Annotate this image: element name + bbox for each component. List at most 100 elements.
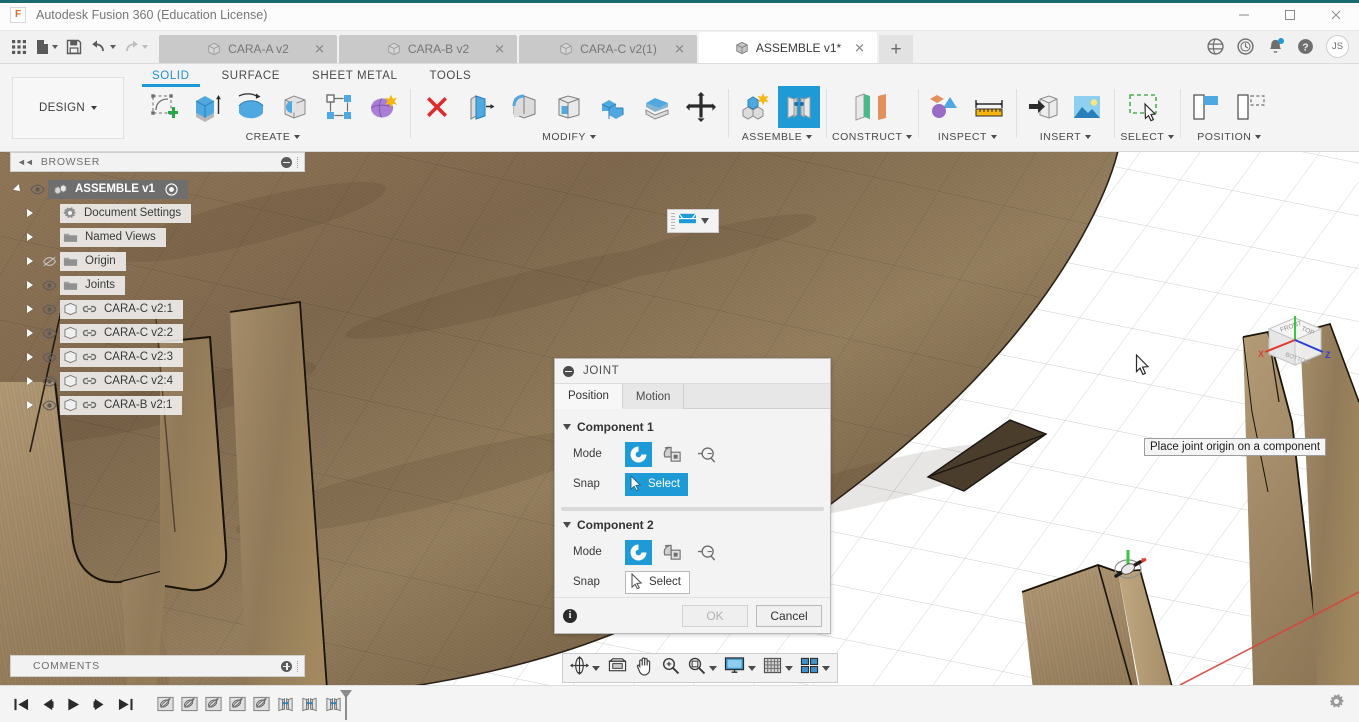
visibility-eye-icon[interactable] [38, 400, 60, 411]
viewport-layout-caret-icon[interactable] [822, 665, 830, 671]
add-comment-icon[interactable] [281, 660, 292, 672]
timeline-feature-sketch-2[interactable] [178, 692, 200, 716]
delete-icon[interactable] [416, 86, 458, 128]
offset-plane-icon[interactable] [843, 86, 901, 128]
undo-caret-icon[interactable] [110, 44, 116, 49]
expand-arrow-icon[interactable] [22, 329, 38, 337]
pattern-icon[interactable] [318, 86, 360, 128]
section-component-1[interactable]: Component 1 [555, 415, 830, 439]
browser-item-origin[interactable]: Origin [10, 250, 305, 272]
timeline-feature-sketch-4[interactable] [226, 692, 248, 716]
user-avatar[interactable]: JS [1326, 35, 1349, 58]
component-2-select-button[interactable]: Select [625, 570, 690, 594]
ribbon-group-create-label[interactable]: CREATE [246, 131, 301, 143]
form-icon[interactable] [362, 86, 404, 128]
zoom-button[interactable] [658, 655, 683, 681]
timeline-feature-sketch-1[interactable] [154, 692, 176, 716]
ribbon-tab-surface[interactable]: SURFACE [206, 68, 297, 86]
measure-icon[interactable] [968, 86, 1010, 128]
simple-mode-icon[interactable] [625, 539, 652, 565]
ok-button[interactable]: OK [682, 604, 748, 627]
save-icon[interactable] [61, 34, 87, 60]
play-icon[interactable] [62, 692, 84, 716]
browser-item-pill[interactable]: CARA-C v2:3 [60, 347, 184, 367]
expand-arrow-icon[interactable] [22, 209, 38, 217]
info-icon[interactable]: i [563, 608, 577, 623]
ribbon-group-inspect-label[interactable]: INSPECT [938, 131, 997, 143]
insert-derive-icon[interactable] [1022, 86, 1064, 128]
joint-dialog-collapse-icon[interactable] [563, 365, 574, 377]
create-sketch-icon[interactable] [142, 86, 184, 128]
sweep-icon[interactable] [274, 86, 316, 128]
browser-item-pill[interactable]: Origin [60, 251, 126, 271]
browser-item-pill[interactable]: CARA-C v2:1 [60, 299, 184, 319]
step-forward-icon[interactable] [88, 692, 110, 716]
ribbon-group-assemble-label[interactable]: ASSEMBLE [742, 131, 813, 143]
simple-mode-icon[interactable] [625, 441, 652, 467]
ribbon-group-select-label[interactable]: SELECT [1120, 131, 1175, 143]
viewport-layout-button[interactable] [797, 655, 833, 681]
browser-resize-grip[interactable] [297, 156, 299, 168]
3d-viewport[interactable]: FRONT TOP BOTTOM X Z ◄◄ BROWSER ASSEMBLE… [0, 152, 1359, 685]
activate-component-icon[interactable] [165, 182, 178, 196]
display-mode-caret-icon[interactable] [701, 218, 709, 224]
visibility-eye-icon[interactable] [38, 376, 60, 387]
expand-arrow-icon[interactable] [22, 233, 38, 241]
canvas-image-icon[interactable] [1066, 86, 1108, 128]
document-tab-assemble[interactable]: ASSEMBLE v1* ✕ [699, 32, 877, 63]
close-icon[interactable] [1313, 0, 1359, 31]
visibility-eye-icon[interactable] [26, 184, 48, 195]
browser-item-cara-c-3[interactable]: CARA-C v2:3 [10, 346, 305, 368]
shell-icon[interactable] [548, 86, 590, 128]
pan-button[interactable] [632, 655, 657, 681]
two-edge-intersection-mode-icon[interactable] [693, 442, 720, 467]
expand-arrow-icon[interactable] [10, 184, 26, 194]
browser-item-pill[interactable]: Document Settings [60, 203, 192, 223]
comments-panel[interactable]: COMMENTS [10, 655, 305, 677]
go-to-beginning-icon[interactable] [10, 692, 32, 716]
joint-icon[interactable] [778, 86, 820, 128]
tab-motion[interactable]: Motion [622, 384, 685, 409]
new-file-caret-icon[interactable] [52, 44, 58, 49]
joint-dialog[interactable]: JOINT Position Motion Component 1 Mode S… [554, 358, 831, 634]
ribbon-tab-tools[interactable]: TOOLS [413, 68, 487, 86]
ribbon-tab-solid[interactable]: SOLID [136, 68, 206, 87]
go-to-end-icon[interactable] [114, 692, 136, 716]
undo-icon[interactable] [87, 34, 119, 60]
ribbon-group-insert-label[interactable]: INSERT [1040, 131, 1092, 143]
orbit-caret-icon[interactable] [592, 665, 600, 671]
document-tab-close-icon[interactable]: ✕ [674, 43, 685, 56]
timeline-settings-button[interactable] [1328, 693, 1359, 715]
expand-arrow-icon[interactable] [22, 281, 38, 289]
expand-arrow-icon[interactable] [22, 401, 38, 409]
timeline-feature-sketch-5[interactable] [250, 692, 272, 716]
ribbon-group-construct-label[interactable]: CONSTRUCT [832, 131, 913, 143]
job-status-clock-icon[interactable] [1231, 33, 1259, 61]
browser-item-cara-c-4[interactable]: CARA-C v2:4 [10, 370, 305, 392]
browser-item-pill[interactable]: CARA-C v2:2 [60, 323, 184, 343]
component-1-select-button[interactable]: Select [625, 472, 688, 496]
zoom-window-caret-icon[interactable] [709, 665, 717, 671]
display-mode-icon[interactable] [678, 211, 697, 231]
minimize-icon[interactable] [1221, 0, 1267, 31]
timeline-feature-joint-1[interactable] [274, 692, 296, 716]
document-tab-cara-c[interactable]: CARA-C v2(1) ✕ [519, 35, 697, 63]
browser-item-document-settings[interactable]: Document Settings [10, 202, 305, 224]
grid-settings-button[interactable] [760, 655, 796, 681]
section-component-2[interactable]: Component 2 [555, 513, 830, 537]
look-at-button[interactable] [604, 655, 631, 681]
visibility-eye-icon[interactable] [38, 352, 60, 363]
revolve-icon[interactable] [230, 86, 272, 128]
combine-icon[interactable] [592, 86, 634, 128]
interference-icon[interactable] [924, 86, 966, 128]
orbit-button[interactable] [567, 655, 603, 681]
browser-item-cara-c-1[interactable]: CARA-C v2:1 [10, 298, 305, 320]
browser-item-pill[interactable]: CARA-B v2:1 [60, 395, 183, 415]
extrude-icon[interactable] [186, 86, 228, 128]
visibility-eye-icon[interactable] [38, 304, 60, 315]
press-pull-icon[interactable] [460, 86, 502, 128]
move-copy-icon[interactable] [680, 86, 722, 128]
browser-item-pill[interactable]: CARA-C v2:4 [60, 371, 184, 391]
collapse-panel-icon[interactable]: ◄◄ [17, 157, 34, 167]
display-settings-caret-icon[interactable] [748, 665, 756, 671]
